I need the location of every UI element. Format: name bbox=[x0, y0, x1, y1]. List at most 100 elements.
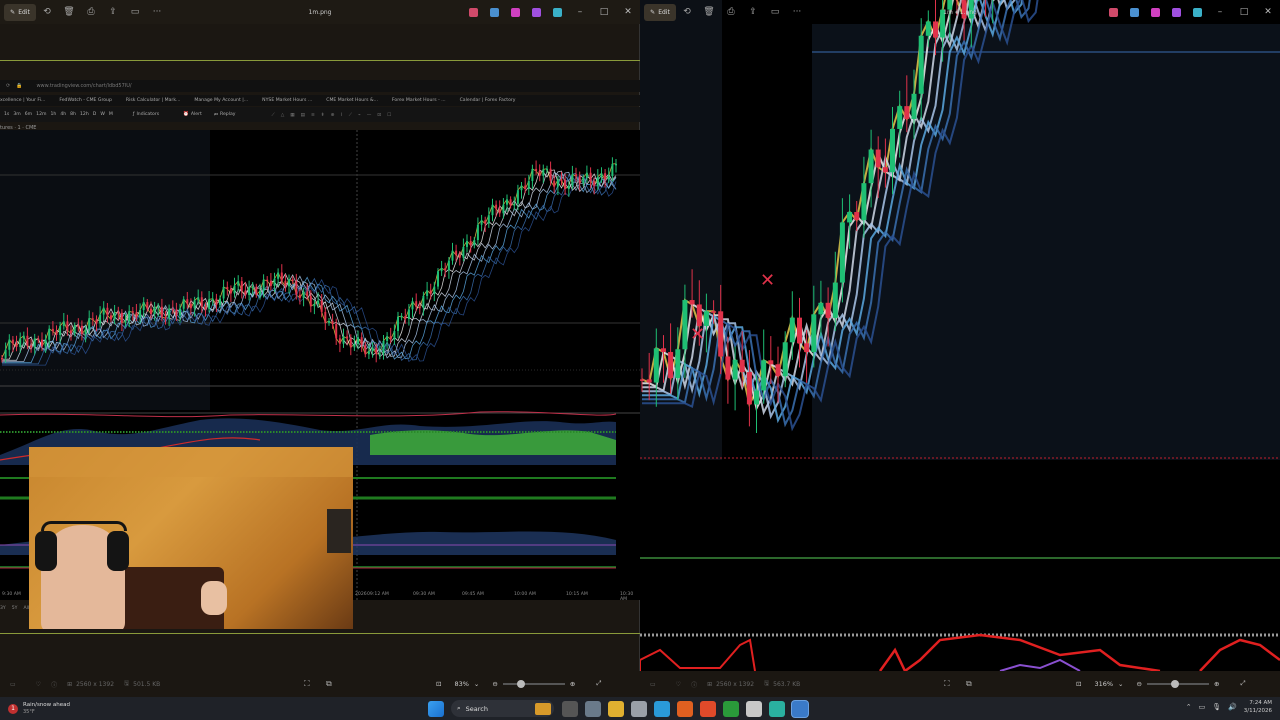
more-icon[interactable]: ··· bbox=[786, 2, 808, 22]
zoom-out-icon[interactable]: ⊖ bbox=[492, 680, 497, 688]
candle bbox=[342, 336, 345, 344]
range-button: 3Y bbox=[0, 606, 6, 611]
filmstrip-icon[interactable]: ▭ bbox=[10, 681, 16, 688]
actual-size-icon[interactable]: ⊡ bbox=[436, 680, 441, 688]
file-explorer-icon[interactable] bbox=[607, 700, 624, 717]
expand-icon[interactable]: ⤢ bbox=[596, 679, 601, 688]
expand-icon[interactable]: ⤢ bbox=[1240, 679, 1245, 688]
extension-icon[interactable] bbox=[469, 7, 478, 17]
fit-icon[interactable]: ⛶ bbox=[944, 679, 950, 689]
candle bbox=[911, 93, 917, 119]
app-icon[interactable] bbox=[768, 700, 785, 717]
edit-tool-icon[interactable] bbox=[1130, 7, 1139, 17]
candle bbox=[99, 314, 102, 324]
candle bbox=[219, 298, 221, 305]
favorite-icon[interactable]: ♡ bbox=[676, 681, 681, 688]
candle bbox=[382, 340, 385, 354]
minimize-icon[interactable]: – bbox=[568, 7, 592, 17]
photos-icon[interactable] bbox=[791, 700, 808, 717]
weather-widget[interactable]: 1 Rain/snow ahead 35°F bbox=[8, 702, 158, 716]
start-icon[interactable] bbox=[427, 700, 444, 717]
zoom-slider[interactable] bbox=[502, 679, 565, 688]
rotate-icon[interactable]: ⟲ bbox=[36, 2, 58, 22]
photo-edit-icon[interactable] bbox=[1193, 7, 1202, 17]
delete-icon[interactable]: 🗑 bbox=[58, 2, 80, 22]
candle bbox=[513, 203, 516, 206]
more-icon[interactable]: ··· bbox=[146, 2, 168, 22]
paint-icon[interactable] bbox=[1151, 7, 1160, 17]
photos-window-left: ✎ Edit ⟲ 🗑 ⎙ ⇪ ▭ ··· 1m.png – □ ✕ ⟳ 🔒 www… bbox=[0, 0, 640, 697]
candle bbox=[142, 302, 145, 310]
actual-size-icon[interactable]: ⊡ bbox=[1076, 680, 1081, 688]
candle bbox=[128, 311, 131, 322]
candle bbox=[324, 311, 327, 323]
info-icon[interactable]: ⓘ bbox=[51, 680, 57, 689]
app-icon[interactable] bbox=[630, 700, 647, 717]
candle bbox=[682, 300, 688, 350]
candle bbox=[309, 296, 312, 307]
zoom-slider-knob[interactable] bbox=[1170, 679, 1179, 688]
slideshow-icon[interactable]: ▭ bbox=[764, 2, 786, 22]
task-view-icon[interactable] bbox=[561, 700, 578, 717]
photo-edit-icon[interactable] bbox=[553, 7, 562, 17]
maximize-icon[interactable]: □ bbox=[592, 7, 616, 17]
chevron-down-icon[interactable]: ⌄ bbox=[1118, 680, 1123, 688]
candle bbox=[818, 302, 824, 315]
filmstrip-icon[interactable]: ▭ bbox=[650, 681, 656, 688]
candle bbox=[251, 286, 254, 289]
zoom-in-icon[interactable]: ⊕ bbox=[1214, 680, 1219, 688]
candle bbox=[415, 301, 418, 307]
zoom-value[interactable]: 83% bbox=[454, 680, 468, 688]
extension-icon[interactable] bbox=[1109, 7, 1118, 17]
candle bbox=[288, 279, 290, 287]
candle bbox=[110, 315, 112, 320]
chevron-down-icon[interactable]: ⌄ bbox=[474, 680, 479, 688]
app-icon[interactable] bbox=[745, 700, 762, 717]
print-icon[interactable]: ⎙ bbox=[720, 2, 742, 22]
mic-icon[interactable]: 🎙 bbox=[1212, 703, 1221, 711]
candle bbox=[280, 272, 283, 281]
slideshow-icon[interactable]: ▭ bbox=[124, 2, 146, 22]
search-box[interactable]: ⌕ Search bbox=[451, 700, 554, 717]
firefox-icon[interactable] bbox=[676, 700, 693, 717]
delete-icon[interactable]: 🗑 bbox=[698, 2, 720, 22]
edit-button[interactable]: ✎ Edit bbox=[4, 3, 36, 21]
minimize-icon[interactable]: – bbox=[1208, 7, 1232, 17]
volume-icon[interactable]: 🔊 bbox=[1228, 703, 1237, 711]
candle bbox=[357, 337, 359, 345]
close-icon[interactable]: ✕ bbox=[616, 7, 640, 17]
brave-icon[interactable] bbox=[699, 700, 716, 717]
zoom-out-icon[interactable]: ⊖ bbox=[1137, 680, 1142, 688]
settings-icon[interactable] bbox=[584, 700, 601, 717]
candle bbox=[746, 372, 752, 405]
print-icon[interactable]: ⎙ bbox=[80, 2, 102, 22]
zoom-slider-knob[interactable] bbox=[516, 679, 525, 688]
share-icon[interactable]: ⇪ bbox=[742, 2, 764, 22]
compare-icon[interactable]: ⧉ bbox=[326, 679, 332, 689]
paint-icon[interactable] bbox=[511, 7, 520, 17]
fit-icon[interactable]: ⛶ bbox=[304, 679, 310, 689]
network-icon[interactable]: ▭ bbox=[1199, 703, 1206, 711]
edge-icon[interactable] bbox=[653, 700, 670, 717]
chevron-up-icon[interactable]: ⌃ bbox=[1186, 703, 1192, 711]
zoom-value[interactable]: 316% bbox=[1094, 680, 1113, 688]
share-icon[interactable]: ⇪ bbox=[102, 2, 124, 22]
candle bbox=[102, 307, 105, 315]
xbox-icon[interactable] bbox=[722, 700, 739, 717]
zoom-slider[interactable] bbox=[1146, 679, 1209, 688]
info-icon[interactable]: ⓘ bbox=[691, 680, 697, 689]
favorite-icon[interactable]: ♡ bbox=[36, 681, 41, 688]
clock[interactable]: 7:24 AM 3/11/2026 bbox=[1244, 699, 1272, 715]
edit-tool-icon[interactable] bbox=[490, 7, 499, 17]
close-icon[interactable]: ✕ bbox=[1256, 7, 1280, 17]
zoom-in-icon[interactable]: ⊕ bbox=[570, 680, 575, 688]
compare-icon[interactable]: ⧉ bbox=[966, 679, 972, 689]
edit-button[interactable]: ✎ Edit bbox=[644, 3, 676, 21]
candle bbox=[179, 308, 181, 316]
rotate-icon[interactable]: ⟲ bbox=[676, 2, 698, 22]
maximize-icon[interactable]: □ bbox=[1232, 7, 1256, 17]
chart-toolbar: 1s 3m 6m 12m 1h 4h 8h 12h D W M ƒ Indicators ⏰ Alert… bbox=[0, 107, 640, 122]
candle bbox=[491, 204, 494, 216]
designer-icon[interactable] bbox=[532, 7, 541, 17]
designer-icon[interactable] bbox=[1172, 7, 1181, 17]
